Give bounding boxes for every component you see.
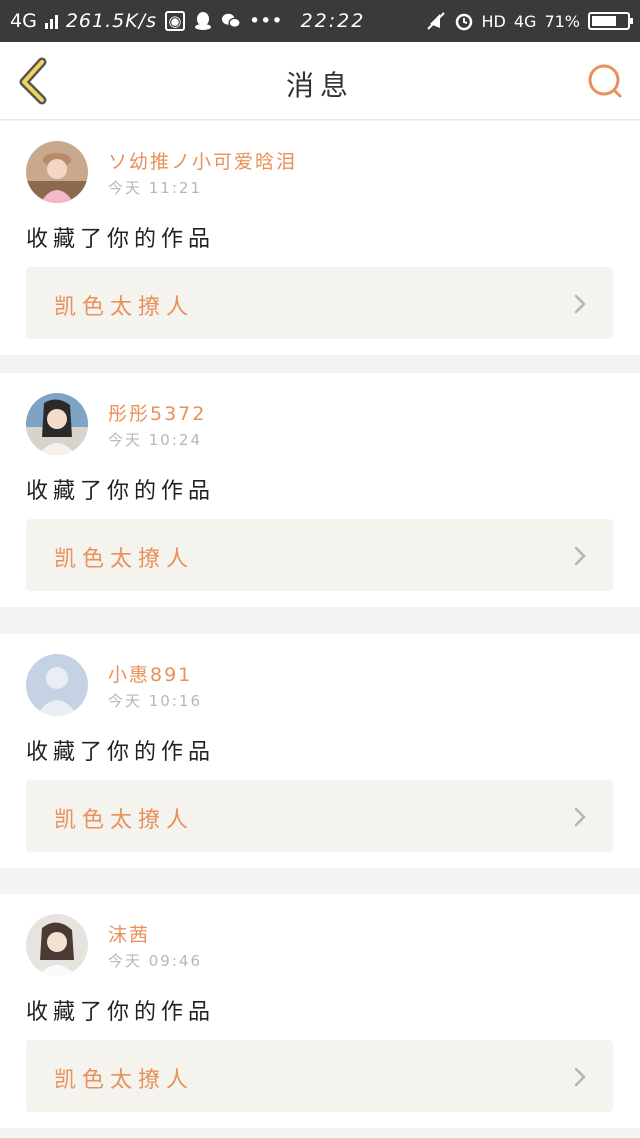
work-link[interactable]: 凯色太撩人 (26, 267, 613, 339)
avatar[interactable] (26, 914, 88, 976)
work-title: 凯色太撩人 (54, 295, 195, 320)
battery-icon (588, 12, 633, 30)
username[interactable]: 小惠891 (108, 660, 192, 687)
mute-icon (426, 11, 446, 31)
clock-time: 22:22 (300, 10, 366, 32)
work-link[interactable]: 凯色太撩人 (26, 519, 613, 591)
battery-percent: 71% (544, 11, 580, 31)
work-title: 凯色太撩人 (54, 1068, 195, 1093)
signal-icon (44, 13, 58, 29)
avatar[interactable] (26, 141, 88, 203)
page-title: 消息 (285, 69, 354, 102)
network-speed: 261.5K/s (65, 10, 157, 32)
work-link[interactable]: 凯色太撩人 (26, 780, 613, 852)
chevron-right-icon (574, 807, 586, 827)
message-card: ソ幼推ノ小可爱晗泪 今天 11:21 收藏了你的作品 凯色太撩人 (0, 121, 640, 355)
message-time: 今天 10:16 (108, 692, 202, 710)
hd-indicator: HD (481, 11, 506, 31)
work-title: 凯色太撩人 (54, 547, 195, 572)
avatar[interactable] (26, 393, 88, 455)
message-action: 收藏了你的作品 (26, 479, 216, 504)
message-time: 今天 10:24 (108, 431, 202, 449)
search-button[interactable] (584, 60, 628, 104)
qq-icon (193, 11, 213, 31)
network-type: 4G (10, 10, 37, 32)
message-action: 收藏了你的作品 (26, 1000, 216, 1025)
username[interactable]: ソ幼推ノ小可爱晗泪 (108, 147, 297, 174)
network-type-secondary: 4G (513, 11, 537, 31)
username[interactable]: 沫茜 (108, 920, 150, 947)
message-card: 沫茜 今天 09:46 收藏了你的作品 凯色太撩人 (0, 894, 640, 1128)
avatar-default[interactable] (26, 654, 88, 716)
app-header: 消息 (0, 42, 640, 120)
message-time: 今天 11:21 (108, 179, 202, 197)
work-link[interactable]: 凯色太撩人 (26, 1040, 613, 1112)
more-notifications-icon: ••• (248, 10, 283, 32)
message-card: 小惠891 今天 10:16 收藏了你的作品 凯色太撩人 (0, 634, 640, 868)
chevron-right-icon (574, 1067, 586, 1087)
wechat-icon (221, 11, 241, 31)
message-time: 今天 09:46 (108, 952, 202, 970)
search-icon (588, 64, 622, 98)
status-bar: 4G 261.5K/s ◉ ••• 22:22 HD 4G 71% (0, 0, 640, 42)
browser-icon: ◉ (164, 11, 185, 31)
chevron-right-icon (574, 546, 586, 566)
message-action: 收藏了你的作品 (26, 740, 216, 765)
alarm-icon (454, 11, 474, 31)
message-action: 收藏了你的作品 (26, 227, 216, 252)
username[interactable]: 彤彤5372 (108, 399, 206, 426)
chevron-right-icon (574, 294, 586, 314)
work-title: 凯色太撩人 (54, 808, 195, 833)
message-card: 彤彤5372 今天 10:24 收藏了你的作品 凯色太撩人 (0, 373, 640, 607)
